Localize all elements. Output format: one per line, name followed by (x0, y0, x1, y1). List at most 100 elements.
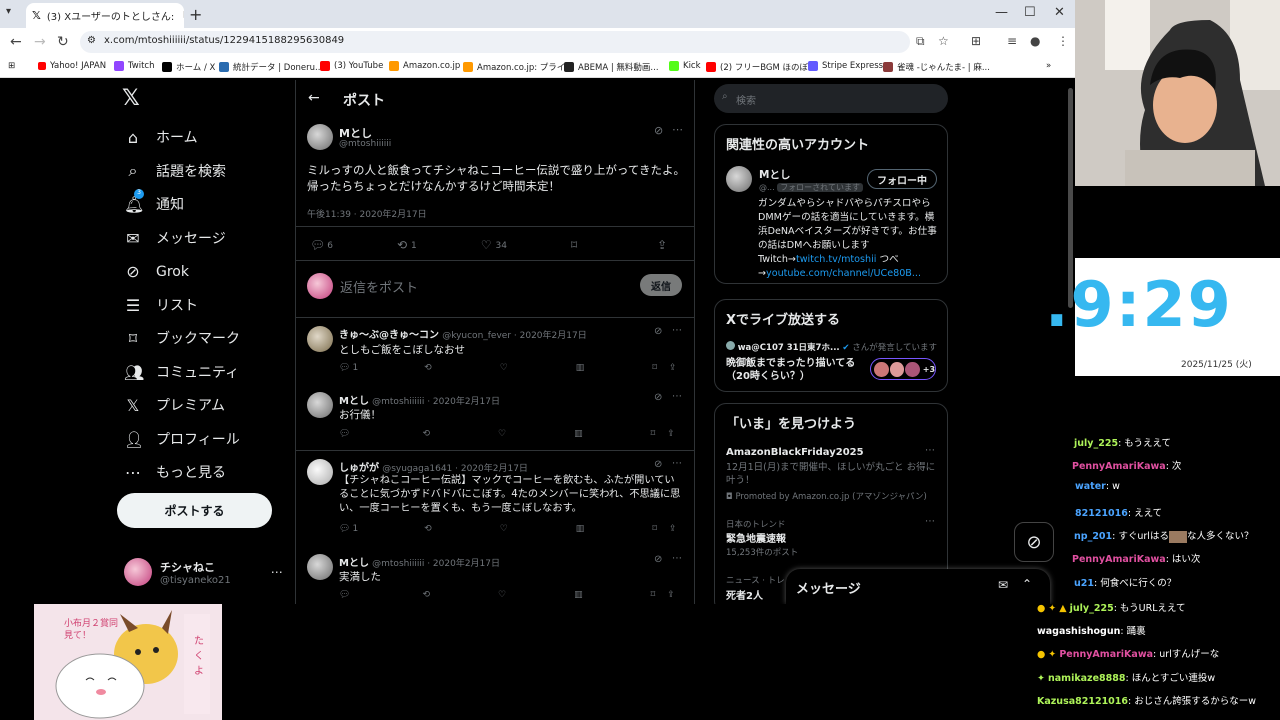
search-input[interactable]: ⌕ 検索 (714, 84, 948, 113)
bookmark-yahoo[interactable]: Yahoo! JAPAN (38, 61, 106, 71)
reply-icon[interactable]: 💬︎ (339, 429, 350, 439)
bookmark-bgm[interactable]: (2) フリーBGM ほのぼ... (706, 61, 816, 73)
install-icon[interactable]: ⧉ (916, 34, 925, 49)
bookmark-kick[interactable]: Kick (669, 61, 701, 71)
grok-icon[interactable]: ⊘ (654, 124, 663, 137)
more-bookmarks-icon[interactable]: » (1046, 61, 1051, 71)
grok-icon[interactable]: ⊘ (654, 326, 662, 337)
grok-icon[interactable]: ⊘ (654, 554, 662, 565)
avatar[interactable] (307, 326, 333, 352)
repost-icon[interactable]: ⟲ (424, 363, 432, 373)
bookmark-amazon[interactable]: Amazon.co.jp (389, 61, 460, 71)
bookmark-youtube[interactable]: (3) YouTube (320, 61, 383, 71)
views-icon[interactable]: ▥ (576, 524, 585, 534)
more-options-icon[interactable]: ⋯ (672, 123, 683, 136)
nav-explore[interactable]: ⌕ 話題を検索 (124, 161, 226, 181)
avatar[interactable] (307, 124, 333, 150)
nav-notifications[interactable]: 🔔︎ 3 通知 (124, 188, 184, 214)
share-icon[interactable]: ⇪ (667, 429, 675, 439)
grok-icon[interactable]: ⊘ (654, 392, 662, 403)
reply-author[interactable]: きゅ〜ぶ@きゅ〜コン (339, 330, 439, 341)
window-close-icon[interactable]: ✕ (1054, 5, 1065, 20)
bookmark-icon[interactable]: ⌑ (652, 363, 657, 373)
more-options-icon[interactable]: ⋯ (672, 325, 682, 336)
post-timestamp[interactable]: 午後11:39 · 2020年2月17日 (307, 207, 427, 220)
more-options-icon[interactable]: ⋯ (672, 553, 682, 564)
nav-profile[interactable]: 👤︎ プロフィール (124, 429, 240, 449)
avatar[interactable] (726, 166, 752, 192)
avatar[interactable] (307, 554, 333, 580)
reply-author[interactable]: Mとし (339, 558, 369, 569)
reply-icon[interactable]: 💬︎ (339, 524, 350, 534)
expand-icon[interactable]: ⌃ (1022, 577, 1032, 591)
nav-more[interactable]: ⋯ もっと見る (124, 462, 226, 482)
trend-title[interactable]: 緊急地震速報 (726, 530, 786, 545)
nav-bookmarks[interactable]: ⌑ ブックマーク (124, 328, 240, 348)
bookmark-icon[interactable]: ⌑ (651, 590, 656, 600)
reply-icon[interactable]: 💬︎ (310, 238, 325, 252)
more-options-icon[interactable]: ⋯ (672, 458, 682, 469)
extensions-icon[interactable]: ⊞ (971, 34, 981, 48)
nav-messages[interactable]: ✉ メッセージ (124, 228, 225, 248)
live-description[interactable]: 晩御飯までまったり描いてる（20時くらい？） (726, 357, 872, 383)
tab-search-icon[interactable]: ▾ (6, 6, 11, 17)
bookmark-icon[interactable]: ⌑ (652, 524, 657, 534)
reply-input[interactable]: 返信をポスト (340, 277, 418, 296)
bookmark-abema[interactable]: ABEMA | 無料動画... (564, 61, 659, 73)
like-icon[interactable]: ♡ (500, 524, 508, 534)
reload-icon[interactable]: ↻ (57, 34, 69, 50)
live-participants[interactable]: +3 (870, 358, 936, 380)
trend-title[interactable]: AmazonBlackFriday2025 (726, 447, 864, 458)
back-arrow-icon[interactable]: ← (308, 90, 320, 106)
share-icon[interactable]: ⇪ (667, 590, 675, 600)
site-info-icon[interactable]: ⚙ (87, 35, 96, 46)
bookmark-twitch[interactable]: Twitch (114, 61, 155, 71)
apps-icon[interactable]: ⊞ (8, 61, 15, 71)
account-switcher[interactable]: チシャねこ @tisyaneko21 ⋯ (124, 558, 283, 586)
reply-author[interactable]: Mとし (339, 396, 369, 407)
back-arrow-icon[interactable]: ← (10, 34, 22, 50)
like-icon[interactable]: ♡ (481, 238, 492, 252)
nav-lists[interactable]: ☰ リスト (124, 295, 198, 315)
reply-button[interactable]: 返信 (640, 274, 682, 296)
more-options-icon[interactable]: ⋯ (672, 391, 682, 402)
star-icon[interactable]: ☆ (938, 34, 949, 48)
author-handle[interactable]: @mtoshiiiiii (339, 139, 391, 149)
bookmark-x-home[interactable]: ホーム / X (162, 61, 215, 73)
active-tab[interactable]: 𝕏 (3) Xユーザーのトとしさん: 「ミルっすの人… ✕ (26, 3, 184, 28)
bookmark-stripe[interactable]: Stripe Express (808, 61, 883, 71)
bookmark-doneru[interactable]: 統計データ | Doneru... (219, 61, 323, 73)
twitch-link[interactable]: twitch.tv/mtoshii (796, 254, 877, 265)
like-icon[interactable]: ♡ (498, 590, 506, 600)
menu-icon[interactable]: ⋮ (1057, 34, 1069, 48)
maximize-icon[interactable]: ☐ (1024, 5, 1036, 20)
share-icon[interactable]: ⇪ (669, 363, 677, 373)
like-icon[interactable]: ♡ (498, 429, 506, 439)
reply-icon[interactable]: 💬︎ (339, 590, 350, 600)
more-options-icon[interactable]: ⋯ (925, 445, 935, 456)
url-field[interactable]: ⚙ x.com/mtoshiiiiii/status/1229415188295… (80, 31, 910, 53)
avatar[interactable] (307, 392, 333, 418)
share-icon[interactable]: ⇪ (669, 524, 677, 534)
views-icon[interactable]: ▥ (574, 590, 583, 600)
profile-icon[interactable]: ● (1030, 34, 1040, 48)
trend-title[interactable]: 死者2人 (726, 587, 763, 602)
live-host-row[interactable]: wa@C107 31日東7ホ... ✔ さんが発言しています (726, 341, 937, 353)
views-icon[interactable]: ▥ (576, 363, 585, 373)
repost-icon[interactable]: ⟲ (424, 524, 432, 534)
nav-communities[interactable]: 👥︎ コミュニティ (124, 362, 239, 382)
reply-author[interactable]: しゅがが (339, 463, 379, 474)
nav-premium[interactable]: 𝕏 プレミアム (124, 395, 225, 415)
more-options-icon[interactable]: ⋯ (925, 516, 935, 527)
more-options-icon[interactable]: ⋯ (271, 565, 283, 579)
minimize-icon[interactable]: — (995, 5, 1008, 20)
reply-icon[interactable]: 💬︎ (339, 363, 350, 373)
account-name[interactable]: Mとし (759, 167, 790, 182)
grok-icon[interactable]: ⊘ (654, 459, 662, 470)
repost-icon[interactable]: ⟲ (422, 429, 430, 439)
following-button[interactable]: フォロー中 (867, 169, 937, 189)
x-logo-icon[interactable]: 𝕏 (122, 86, 140, 111)
repost-icon[interactable]: ⟲ (422, 590, 430, 600)
share-icon[interactable]: ⇪ (657, 238, 667, 252)
bookmark-icon[interactable]: ⌑ (651, 429, 656, 439)
